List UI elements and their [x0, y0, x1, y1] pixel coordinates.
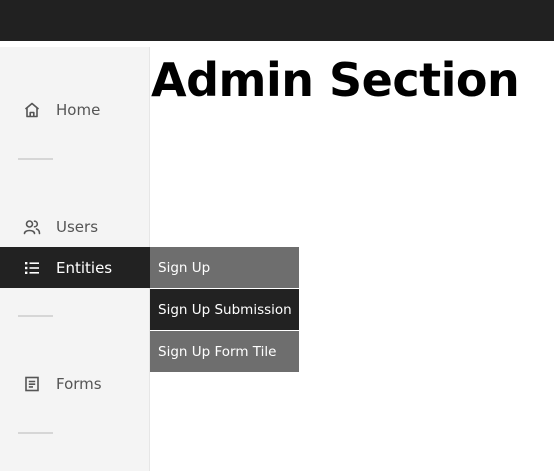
submenu-item-sign-up-form-tile[interactable]: Sign Up Form Tile	[150, 331, 299, 372]
users-icon	[23, 218, 41, 236]
entities-submenu: Sign Up Sign Up Submission Sign Up Form …	[150, 247, 299, 373]
home-icon	[23, 101, 41, 119]
sidebar-item-label: Forms	[56, 375, 102, 393]
submenu-item-sign-up-submission[interactable]: Sign Up Submission	[150, 289, 299, 330]
top-bar	[0, 0, 554, 41]
form-icon	[23, 375, 41, 393]
sidebar-divider	[18, 432, 53, 434]
page-title: Admin Section	[151, 53, 520, 107]
sidebar-item-label: Users	[56, 218, 99, 236]
sidebar-divider	[18, 158, 53, 160]
list-icon	[23, 259, 41, 277]
sidebar: Home Users Entities Forms	[0, 47, 150, 471]
sidebar-item-users[interactable]: Users	[0, 207, 150, 247]
sidebar-divider	[18, 315, 53, 317]
sidebar-item-home[interactable]: Home	[0, 90, 150, 130]
sidebar-item-forms[interactable]: Forms	[0, 364, 150, 404]
sidebar-item-entities[interactable]: Entities	[0, 247, 150, 288]
submenu-item-sign-up[interactable]: Sign Up	[150, 247, 299, 288]
sidebar-item-label: Entities	[56, 258, 113, 277]
sidebar-item-label: Home	[56, 101, 101, 119]
